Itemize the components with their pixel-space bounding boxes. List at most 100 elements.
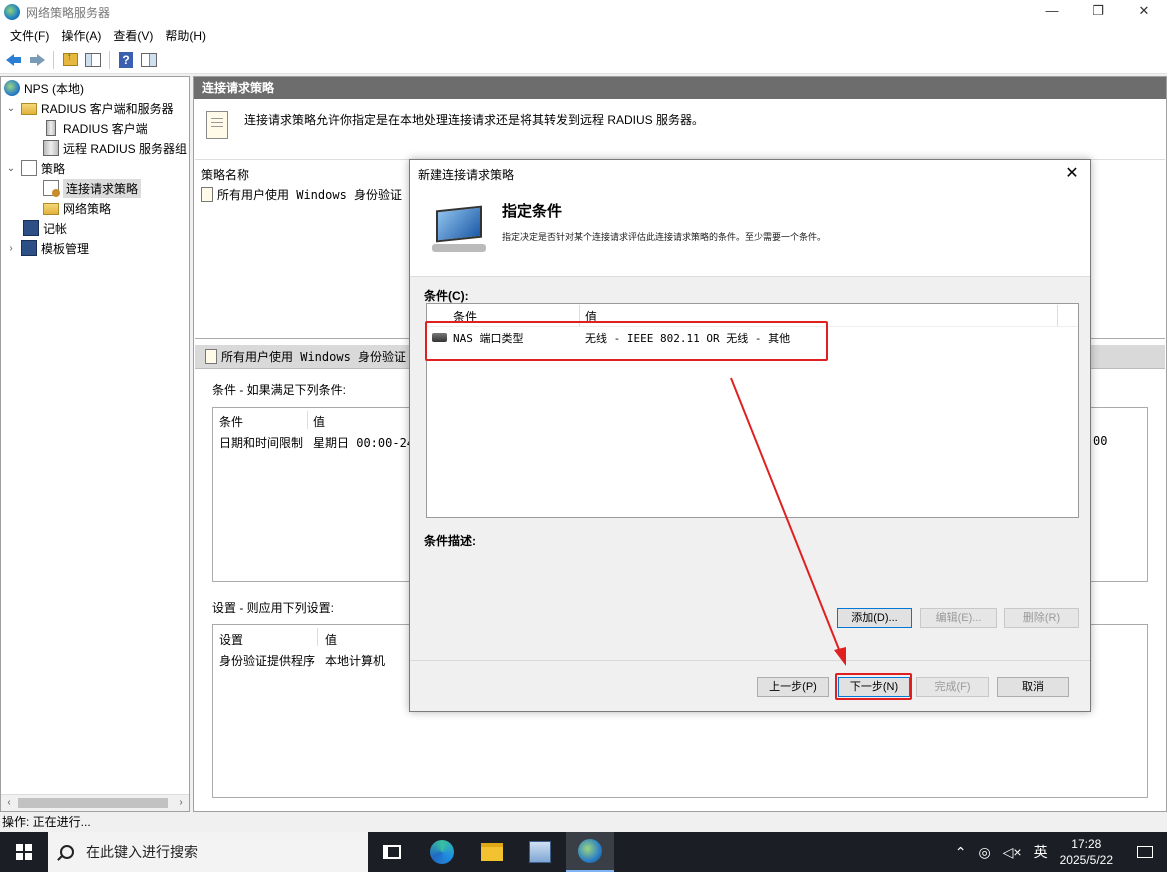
condition-value-tail: 00 <box>1093 434 1108 448</box>
back-arrow-icon <box>6 53 22 66</box>
info-description: 连接请求策略允许你指定是在本地处理连接请求还是将其转发到远程 RADIUS 服务… <box>244 113 705 127</box>
system-tray: ⌃ ◎ ◁× 英 17:28 2025/5/22 <box>955 832 1167 872</box>
policy-row[interactable]: 所有用户使用 Windows 身份验证 <box>201 186 402 203</box>
previous-button[interactable]: 上一步(P) <box>757 677 829 697</box>
pane-header: 连接请求策略 <box>194 77 1166 99</box>
policy-doc-icon <box>205 349 217 364</box>
help-button[interactable]: ? <box>116 50 136 70</box>
scroll-left-icon[interactable]: ‹ <box>1 795 17 811</box>
column-header-policy-name[interactable]: 策略名称 <box>201 166 249 183</box>
computer-icon <box>428 205 490 256</box>
show-hide-tree-button[interactable] <box>83 50 103 70</box>
nps-icon <box>578 839 602 863</box>
edit-condition-button[interactable]: 编辑(E)... <box>920 608 997 628</box>
finish-button[interactable]: 完成(F) <box>916 677 989 697</box>
chevron-up-icon[interactable]: ⌃ <box>955 844 967 861</box>
expand-chevron-icon[interactable]: › <box>5 243 17 254</box>
back-button[interactable] <box>4 50 24 70</box>
restore-button[interactable]: ❐ <box>1075 0 1121 24</box>
tree-item-policies[interactable]: ⌄ 策略 <box>5 158 65 178</box>
start-button[interactable] <box>0 832 48 872</box>
add-condition-button[interactable]: 添加(D)... <box>837 608 912 628</box>
toolbar-separator <box>53 50 54 69</box>
taskbar: 在此键入进行搜索 ⌃ ◎ ◁× 英 17:28 2025/5/22 <box>0 832 1167 872</box>
help-icon: ? <box>119 51 133 68</box>
action-pane-icon <box>141 52 157 67</box>
task-view-button[interactable] <box>368 832 416 872</box>
forward-button[interactable] <box>27 50 47 70</box>
template-icon <box>21 240 37 256</box>
new-connection-request-policy-dialog: 新建连接请求策略 ✕ 指定条件 指定决定是否针对某个连接请求评估此连接请求策略的… <box>409 159 1091 712</box>
next-button-highlight <box>835 673 912 700</box>
clock-date: 2025/5/22 <box>1059 853 1113 867</box>
dialog-heading: 指定条件 <box>502 203 563 220</box>
folder-icon <box>21 103 37 115</box>
task-view-icon <box>383 845 401 859</box>
edge-taskbar-button[interactable] <box>418 832 466 872</box>
window-title: 网络策略服务器 <box>26 5 111 20</box>
dialog-title: 新建连接请求策略 <box>410 160 1090 190</box>
scrollbar-thumb[interactable] <box>18 798 168 808</box>
tree-item-network-policies[interactable]: 网络策略 <box>43 198 111 218</box>
tree-item-connection-request-policies[interactable]: 连接请求策略 <box>43 178 142 198</box>
menu-action[interactable]: 操作(A) <box>55 27 107 44</box>
tree-item-nps-local[interactable]: NPS (本地) <box>4 78 84 98</box>
column-header-condition[interactable]: 条件 <box>219 413 243 430</box>
menu-bar: 文件(F) 操作(A) 查看(V) 帮助(H) <box>0 24 1167 46</box>
column-header-setting[interactable]: 设置 <box>219 631 243 648</box>
column-header-value[interactable]: 值 <box>313 413 325 430</box>
remove-condition-button[interactable]: 删除(R) <box>1004 608 1079 628</box>
search-placeholder: 在此键入进行搜索 <box>86 844 198 860</box>
scroll-right-icon[interactable]: › <box>173 795 189 811</box>
volume-muted-icon[interactable]: ◁× <box>1003 844 1022 861</box>
expand-chevron-icon[interactable]: ⌄ <box>5 163 17 174</box>
ime-indicator[interactable]: 英 <box>1034 842 1048 862</box>
condition-name-cell: 日期和时间限制 <box>219 436 304 450</box>
console-tree: NPS (本地) ⌄ RADIUS 客户端和服务器 RADIUS 客户端 远程 … <box>0 76 190 812</box>
taskbar-search-box[interactable]: 在此键入进行搜索 <box>48 832 368 872</box>
conditions-section-label: 条件 - 如果满足下列条件: <box>212 383 346 397</box>
column-header-value[interactable]: 值 <box>325 631 337 648</box>
globe-icon <box>4 80 20 96</box>
policy-doc-icon <box>21 160 37 176</box>
notification-icon[interactable] <box>1137 846 1153 858</box>
tree-item-accounting[interactable]: 记帐 <box>23 218 67 238</box>
title-bar: 网络策略服务器 — ❐ ✕ <box>0 0 1167 24</box>
close-window-button[interactable]: ✕ <box>1121 0 1167 24</box>
nps-app-icon <box>4 4 20 20</box>
tree-item-remote-radius-groups[interactable]: 远程 RADIUS 服务器组 <box>43 138 187 158</box>
edge-icon <box>430 840 454 864</box>
condition-description-label: 条件描述: <box>424 534 476 548</box>
column-divider <box>1057 305 1058 326</box>
tree-item-radius-clients[interactable]: RADIUS 客户端 <box>43 118 148 138</box>
tree-item-radius-clients-servers[interactable]: ⌄ RADIUS 客户端和服务器 <box>5 98 174 118</box>
setting-value-cell: 本地计算机 <box>325 654 386 668</box>
menu-view[interactable]: 查看(V) <box>107 27 159 44</box>
network-icon[interactable]: ◎ <box>978 844 990 861</box>
expand-chevron-icon[interactable]: ⌄ <box>5 103 17 114</box>
connection-policy-icon <box>43 180 60 197</box>
up-one-level-button[interactable] <box>60 50 80 70</box>
column-divider <box>317 628 318 646</box>
file-explorer-icon <box>481 843 503 861</box>
server-manager-taskbar-button[interactable] <box>516 832 564 872</box>
tree-horizontal-scrollbar[interactable]: ‹ › <box>1 794 189 811</box>
tree-item-template-management[interactable]: › 模板管理 <box>5 238 89 258</box>
explorer-taskbar-button[interactable] <box>468 832 516 872</box>
show-action-pane-button[interactable] <box>139 50 159 70</box>
nps-taskbar-button[interactable] <box>566 832 614 872</box>
column-divider <box>307 411 308 429</box>
info-document-icon <box>206 111 228 139</box>
menu-file[interactable]: 文件(F) <box>4 27 55 44</box>
dialog-close-icon[interactable]: ✕ <box>1062 164 1082 184</box>
policy-name: 所有用户使用 Windows 身份验证 <box>217 188 403 202</box>
minimize-button[interactable]: — <box>1029 0 1075 24</box>
clock[interactable]: 17:28 2025/5/22 <box>1060 836 1113 868</box>
cancel-button[interactable]: 取消 <box>997 677 1069 697</box>
toolbar-separator <box>109 50 110 69</box>
detail-title: 所有用户使用 Windows 身份验证 <box>221 350 407 364</box>
menu-help[interactable]: 帮助(H) <box>159 27 212 44</box>
server-icon <box>46 120 56 136</box>
setting-name-cell: 身份验证提供程序 <box>219 654 316 668</box>
server-group-icon <box>43 140 59 156</box>
